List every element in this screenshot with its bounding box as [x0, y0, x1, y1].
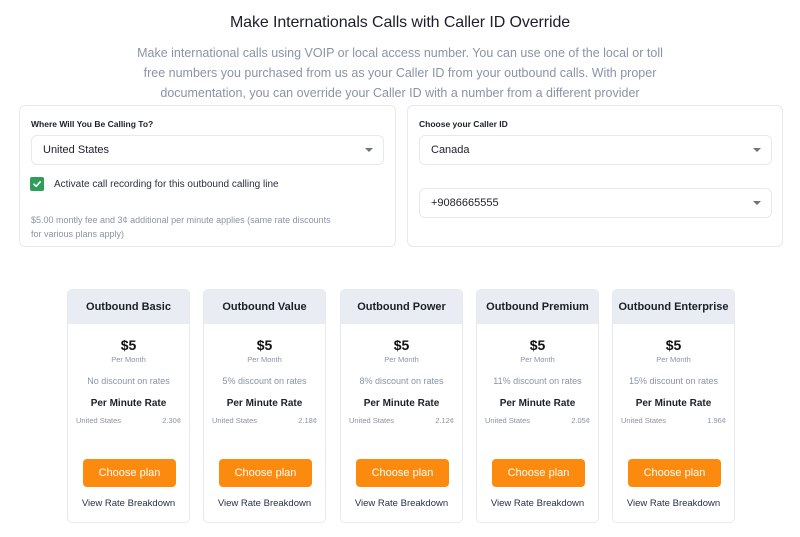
caller-id-country-value: Canada: [431, 144, 470, 156]
chevron-down-icon: [753, 201, 761, 205]
checkmark-icon: [33, 181, 41, 188]
plan-rate-row: United States 2.05¢: [477, 416, 598, 425]
destination-panel: Where Will You Be Calling To? United Sta…: [19, 105, 396, 247]
caller-id-panel: Choose your Caller ID Canada +9086665555: [407, 105, 783, 247]
plan-card-premium: Outbound Premium $5 Per Month 11% discou…: [476, 289, 599, 523]
fee-note: $5.00 montly fee and 3¢ additional per m…: [31, 215, 331, 239]
recording-checkbox[interactable]: [30, 177, 44, 191]
view-rate-breakdown-link[interactable]: View Rate Breakdown: [204, 498, 325, 509]
plan-name: Outbound Basic: [68, 290, 189, 324]
plan-period: Per Month: [111, 355, 146, 364]
plan-price: $5: [529, 337, 546, 353]
plan-rate-title: Per Minute Rate: [226, 398, 303, 409]
rate-country: United States: [349, 416, 395, 425]
chevron-down-icon: [365, 148, 373, 152]
plan-rate-row: United States 2.30¢: [68, 416, 189, 425]
recording-option[interactable]: Activate call recording for this outboun…: [30, 177, 279, 191]
destination-label: Where Will You Be Calling To?: [31, 119, 154, 129]
plan-card-value: Outbound Value $5 Per Month 5% discount …: [203, 289, 326, 523]
choose-plan-button[interactable]: Choose plan: [356, 459, 449, 487]
rate-value: 2.05¢: [571, 416, 590, 425]
plan-card-power: Outbound Power $5 Per Month 8% discount …: [340, 289, 463, 523]
plan-period: Per Month: [384, 355, 419, 364]
page-intro: Make international calls using VOIP or l…: [137, 46, 663, 100]
plan-discount: No discount on rates: [87, 376, 170, 386]
caller-id-number-value: +9086665555: [431, 197, 499, 209]
destination-select-value: United States: [43, 144, 110, 156]
plan-name: Outbound Power: [341, 290, 462, 324]
rate-country: United States: [621, 416, 667, 425]
plan-rate-title: Per Minute Rate: [90, 398, 167, 409]
plan-card-basic: Outbound Basic $5 Per Month No discount …: [67, 289, 190, 523]
plan-rate-row: United States 1.96¢: [613, 416, 734, 425]
plan-price: $5: [665, 337, 682, 353]
rate-country: United States: [485, 416, 531, 425]
rate-value: 1.96¢: [707, 416, 726, 425]
choose-plan-button[interactable]: Choose plan: [83, 459, 176, 487]
plan-price: $5: [120, 337, 137, 353]
plan-card-enterprise: Outbound Enterprise $5 Per Month 15% dis…: [612, 289, 735, 523]
recording-label: Activate call recording for this outboun…: [54, 178, 279, 190]
plan-period: Per Month: [656, 355, 691, 364]
view-rate-breakdown-link[interactable]: View Rate Breakdown: [341, 498, 462, 509]
caller-id-country-select[interactable]: Canada: [419, 135, 772, 165]
plan-period: Per Month: [520, 355, 555, 364]
plan-price: $5: [256, 337, 273, 353]
view-rate-breakdown-link[interactable]: View Rate Breakdown: [477, 498, 598, 509]
rate-value: 2.12¢: [435, 416, 454, 425]
plans-list: Outbound Basic $5 Per Month No discount …: [67, 289, 737, 524]
plan-rate-row: United States 2.12¢: [341, 416, 462, 425]
choose-plan-button[interactable]: Choose plan: [219, 459, 312, 487]
chevron-down-icon: [753, 148, 761, 152]
page-title: Make Internationals Calls with Caller ID…: [229, 14, 571, 31]
plan-name: Outbound Value: [204, 290, 325, 324]
caller-id-label: Choose your Caller ID: [419, 119, 508, 129]
plan-period: Per Month: [247, 355, 282, 364]
plan-discount: 15% discount on rates: [628, 376, 719, 386]
plan-price: $5: [393, 337, 410, 353]
plan-discount: 5% discount on rates: [222, 376, 307, 386]
view-rate-breakdown-link[interactable]: View Rate Breakdown: [613, 498, 734, 509]
choose-plan-button[interactable]: Choose plan: [628, 459, 721, 487]
plan-name: Outbound Enterprise: [613, 290, 734, 324]
rate-value: 2.30¢: [162, 416, 181, 425]
rate-country: United States: [76, 416, 122, 425]
plan-discount: 8% discount on rates: [359, 376, 444, 386]
caller-id-number-select[interactable]: +9086665555: [419, 188, 772, 218]
plan-discount: 11% discount on rates: [493, 376, 582, 386]
plan-name: Outbound Premium: [477, 290, 598, 324]
rate-country: United States: [212, 416, 258, 425]
plan-rate-title: Per Minute Rate: [635, 398, 712, 409]
plan-rate-title: Per Minute Rate: [499, 398, 576, 409]
choose-plan-button[interactable]: Choose plan: [492, 459, 585, 487]
rate-value: 2.18¢: [298, 416, 317, 425]
plan-rate-title: Per Minute Rate: [363, 398, 440, 409]
plan-rate-row: United States 2.18¢: [204, 416, 325, 425]
destination-select[interactable]: United States: [31, 135, 384, 165]
view-rate-breakdown-link[interactable]: View Rate Breakdown: [68, 498, 189, 509]
